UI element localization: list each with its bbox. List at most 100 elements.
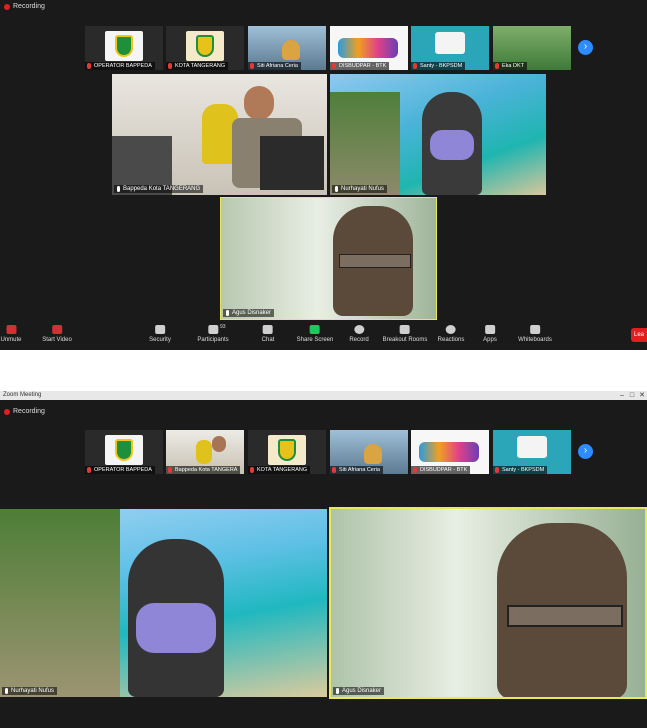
mic-icon [226,310,229,316]
mic-icon [5,688,8,694]
muted-mic-icon [413,63,417,69]
participant-name: Agus Disnaker [342,688,382,694]
muted-mic-icon [413,467,417,473]
breakout-rooms-button[interactable]: Breakout Rooms [382,325,428,343]
participant-video [196,440,212,464]
recording-label: Recording [13,408,45,415]
close-icon[interactable]: ✕ [637,391,647,400]
muted-mic-icon [168,63,172,69]
thumbnail-tile[interactable]: Siti Afriana Ceria [248,26,326,70]
leave-button[interactable]: Lea [631,328,647,342]
muted-mic-icon [87,467,91,473]
camera-off-icon [51,325,62,334]
microphone-muted-icon [5,325,16,334]
muted-mic-icon [87,63,91,69]
share-screen-icon [309,325,320,334]
participant-name: KOTA TANGERANG [175,63,226,69]
video-tile[interactable]: Nurhayati Nufus [330,74,546,195]
eyeglasses-image [339,254,411,268]
participant-name: Siti Afriana Ceria [257,63,298,69]
face-mask-image [136,603,216,653]
unmute-button[interactable]: Unmute [0,325,22,343]
apps-button[interactable]: Apps [483,325,497,343]
participant-name: Santy - BKPSDM [420,63,463,69]
muted-mic-icon [332,467,336,473]
emblem-icon [196,35,214,57]
muted-mic-icon [332,63,336,69]
whiteboards-button[interactable]: Whiteboards [518,325,552,343]
video-tile[interactable]: Nurhayati Nufus [0,509,327,697]
logo-image [517,436,547,458]
participant-video [282,40,300,60]
reactions-button[interactable]: Reactions [437,325,465,343]
recording-dot-icon [4,408,10,415]
logo-image [435,32,465,54]
reactions-label: Reactions [437,337,465,343]
thumbnail-tile[interactable]: KOTA TANGERANG [248,430,326,474]
participant-name: OPERATOR BAPPEDA [94,63,152,69]
thumbnail-tile[interactable]: Bappeda Kota TANGERA [166,430,244,474]
video-tile[interactable]: Bappeda Kota TANGERANG [112,74,327,195]
whiteboards-label: Whiteboards [518,337,552,343]
start-video-label: Start Video [42,337,72,343]
next-page-icon[interactable]: › [578,40,593,55]
cliff-background [0,509,120,697]
recording-dot-icon [4,3,10,10]
participant-name: DISBUDPAR - BTK [339,63,387,69]
thumbnail-tile[interactable]: Siti Afriana Ceria [330,430,408,474]
tangerang-logo-image [419,442,479,462]
chat-label: Chat [261,337,275,343]
muted-mic-icon [250,467,254,473]
mic-icon [335,186,338,192]
participants-label: Participants [197,337,229,343]
apps-icon [485,325,495,334]
participant-name: Santy - BKPSDM [502,467,545,473]
window-title-bar: Zoom Meeting [0,391,647,400]
thumbnail-tile[interactable]: OPERATOR BAPPEDA [85,26,163,70]
apps-label: Apps [483,337,497,343]
chat-icon [263,325,273,334]
thumbnail-tile[interactable]: Santy - BKPSDM [411,26,489,70]
muted-mic-icon [495,467,499,473]
minimize-icon[interactable]: – [617,391,627,400]
shield-icon [155,325,165,334]
people-icon [207,325,218,334]
thumbnail-tile[interactable]: Santy - BKPSDM [493,430,571,474]
record-button[interactable]: Record [349,325,369,343]
participant-name: Bappeda Kota TANGERA [175,467,238,473]
zoom-window-bottom: Zoom Meeting – □ ✕ Recording OPERATOR BA… [0,391,647,728]
share-screen-label: Share Screen [296,337,334,343]
participant-name: Agus Disnaker [232,310,272,316]
start-video-button[interactable]: Start Video [42,325,72,343]
thumbnail-tile[interactable]: DISBUDPAR - BTK [411,430,489,474]
laptop-image [260,136,324,190]
emblem-icon [115,35,133,57]
participant-name: Bappeda Kota TANGERANG [123,186,201,192]
emblem-icon [278,439,296,461]
maximize-icon[interactable]: □ [627,391,637,400]
security-label: Security [149,337,171,343]
thumbnail-tile[interactable]: Eka DKT [493,26,571,70]
thumbnail-tile[interactable]: KOTA TANGERANG [166,26,244,70]
chat-button[interactable]: Chat [261,325,275,343]
participant-video [364,444,382,464]
participant-name: DISBUDPAR - BTK [420,467,468,473]
thumbnail-tile[interactable]: OPERATOR BAPPEDA [85,430,163,474]
logo-image [186,31,224,61]
security-button[interactable]: Security [149,325,171,343]
active-speaker-tile[interactable]: Agus Disnaker [220,197,437,320]
thumbnail-tile[interactable]: DISBUDPAR - BTK [330,26,408,70]
logo-image [105,31,143,61]
share-screen-button[interactable]: Share Screen [296,325,334,343]
muted-mic-icon [495,63,499,69]
zoom-window-top: Recording OPERATOR BAPPEDA KOTA TANGERAN… [0,0,647,350]
emblem-icon [115,439,133,461]
participant-video [244,86,274,120]
unmute-label: Unmute [0,337,22,343]
participant-name: Nurhayati Nufus [341,186,385,192]
next-page-icon[interactable]: › [578,444,593,459]
breakout-rooms-label: Breakout Rooms [382,337,428,343]
active-speaker-tile[interactable]: Agus Disnaker [329,507,647,699]
whiteboard-icon [530,325,540,334]
recording-label: Recording [13,3,45,10]
